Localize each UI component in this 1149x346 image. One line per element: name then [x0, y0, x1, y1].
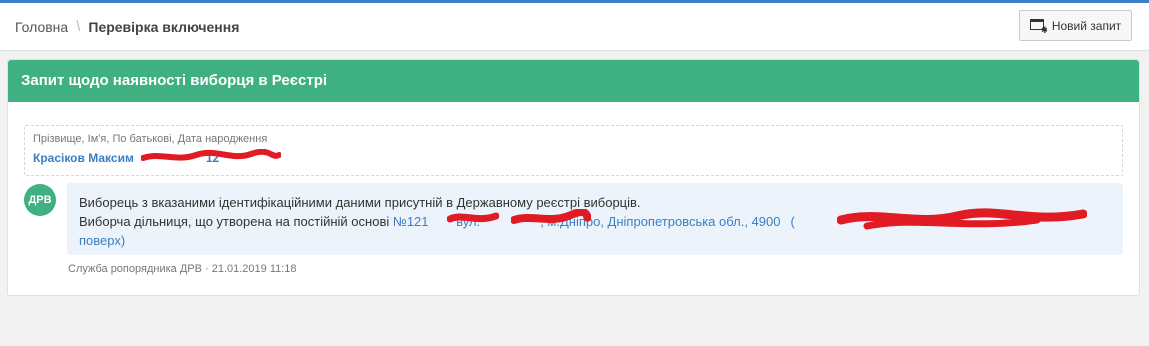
station-number-link[interactable]: №121 — [393, 214, 429, 229]
page-header: Головна \ Перевірка включення ✱ Новий за… — [0, 3, 1149, 51]
svg-text:✱: ✱ — [1041, 26, 1047, 33]
redaction-scribble — [447, 212, 499, 223]
result-line-2: Виборча дільниця, що утворена на постійн… — [79, 208, 1111, 231]
drv-avatar: ДРВ — [24, 184, 56, 216]
new-request-label: Новий запит — [1051, 18, 1122, 33]
panel-title: Запит щодо наявності виборця в Реєстрі — [8, 60, 1139, 102]
query-name: Красіков Максим — [33, 151, 134, 165]
new-window-icon: ✱ — [1029, 18, 1047, 33]
new-request-button[interactable]: ✱ Новий запит — [1019, 10, 1132, 41]
result-message: Виборець з вказаними ідентифікаційними д… — [67, 183, 1123, 255]
redaction-scribble — [511, 209, 591, 224]
breadcrumb-home-link[interactable]: Головна — [15, 19, 68, 35]
message-meta: Служба ропорядника ДРВ · 21.01.2019 11:1… — [68, 263, 297, 275]
redaction-scribble — [141, 149, 281, 161]
station-prefix: Виборча дільниця, що утворена на постійн… — [79, 214, 390, 229]
query-field: Прізвище, Ім'я, По батькові, Дата народж… — [24, 125, 1123, 176]
query-field-value[interactable]: Красіков Максим 12 — [33, 149, 1114, 165]
query-field-label: Прізвище, Ім'я, По батькові, Дата народж… — [33, 133, 268, 145]
breadcrumb-current: Перевірка включення — [88, 18, 240, 35]
voter-check-panel: Запит щодо наявності виборця в Реєстрі П… — [7, 59, 1140, 296]
redaction-scribble — [837, 208, 1087, 230]
address-tail: ( — [790, 214, 795, 229]
breadcrumb: Головна \ Перевірка включення — [15, 18, 239, 35]
floor-text: поверх) — [79, 233, 126, 248]
breadcrumb-separator: \ — [76, 18, 81, 35]
